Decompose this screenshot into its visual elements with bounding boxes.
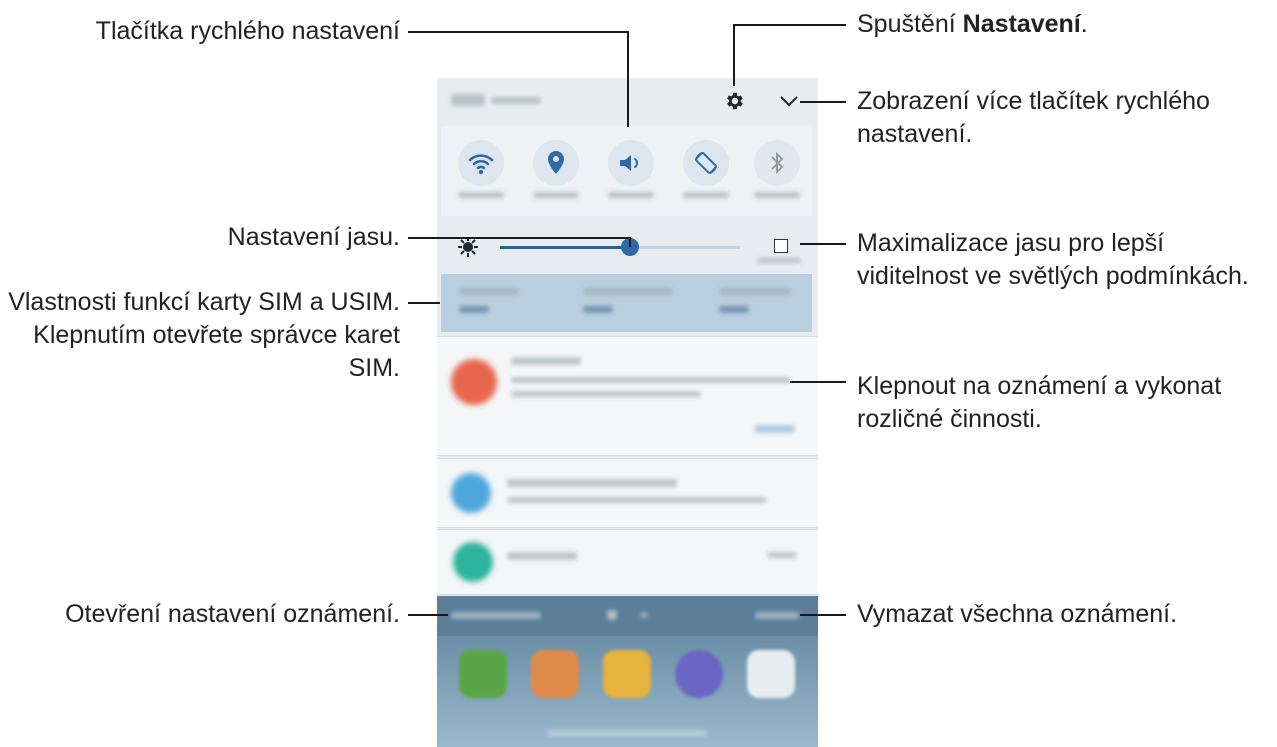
clear-all-button[interactable] xyxy=(755,612,799,619)
brightness-fill xyxy=(500,246,630,249)
bluetooth-button[interactable] xyxy=(754,140,800,186)
settings-label: Spuštění Nastavení. xyxy=(857,10,1088,38)
gear-icon[interactable] xyxy=(723,90,745,112)
notification-item[interactable] xyxy=(437,529,818,595)
more-buttons-label: Zobrazení více tlačítek rychlého nastaven… xyxy=(857,87,1210,148)
checkbox-icon[interactable] xyxy=(774,239,788,253)
notification-bottom-bar xyxy=(437,596,818,636)
sound-icon xyxy=(620,155,638,171)
chevron-down-icon[interactable] xyxy=(779,93,799,109)
sim-label: Vlastnosti funkcí karty SIM a USIM. Klepn… xyxy=(8,288,400,382)
notification-item[interactable] xyxy=(437,336,818,456)
location-button[interactable] xyxy=(533,140,579,186)
internet-app-icon xyxy=(675,650,723,698)
phone-app-icon xyxy=(459,650,507,698)
clear-all-label: Vymazat všechna oznámení. xyxy=(857,600,1178,628)
sound-button[interactable] xyxy=(608,140,654,186)
notification-item[interactable] xyxy=(437,458,818,528)
notification-panel xyxy=(437,78,818,747)
contacts-app-icon xyxy=(531,650,579,698)
auto-rotate-button[interactable] xyxy=(683,140,729,186)
wifi-button[interactable] xyxy=(458,140,504,186)
email-app-icon xyxy=(603,650,651,698)
notification-settings-button[interactable] xyxy=(451,612,541,619)
rotate-icon xyxy=(695,152,717,174)
max-brightness-label: Maximalizace jasu pro lepší viditelnost v… xyxy=(857,229,1249,290)
location-icon xyxy=(548,151,564,174)
notification-settings-label: Otevření nastavení oznámení. xyxy=(65,600,400,628)
quick-settings-label: Tlačítka rychlého nastavení xyxy=(95,17,400,45)
brightness-label: Nastavení jasu. xyxy=(227,223,400,251)
wifi-icon xyxy=(468,154,494,175)
brightness-bar xyxy=(437,226,818,270)
apps-grid-icon xyxy=(747,650,795,698)
bluetooth-icon xyxy=(771,151,784,175)
quick-settings-buttons xyxy=(441,126,812,216)
brightness-icon xyxy=(457,236,479,258)
notification-label: Klepnout na oznámení a vykonat rozličné č… xyxy=(857,372,1222,433)
sim-card-panel[interactable] xyxy=(441,274,812,332)
